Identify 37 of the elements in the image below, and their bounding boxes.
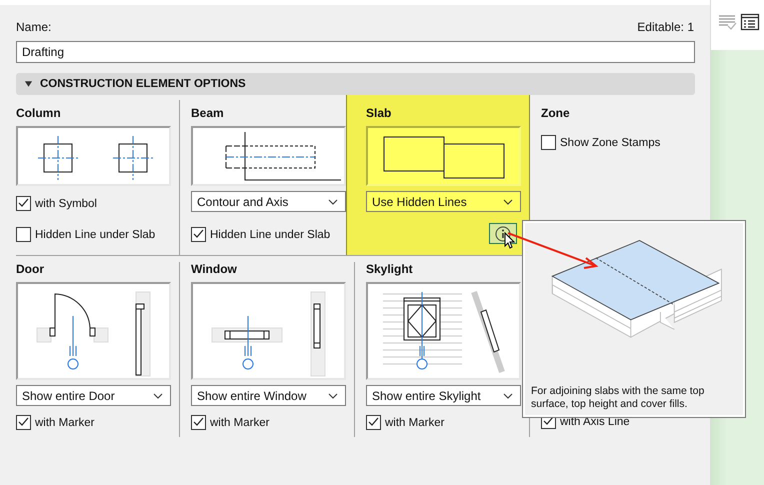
dropdown[interactable]: Show entire Door [16, 385, 171, 406]
chevron-down-icon [328, 198, 338, 204]
checkbox[interactable]: with Marker [366, 415, 518, 430]
dropdown[interactable]: Show entire Window [191, 385, 346, 406]
name-label: Name: [16, 20, 52, 34]
checkbox[interactable]: with Marker [191, 415, 343, 430]
element-title: Skylight [366, 262, 414, 276]
chevron-down-icon [503, 198, 513, 204]
mouse-cursor-icon [504, 232, 516, 250]
editable-count: Editable: 1 [637, 20, 694, 34]
checkmark-icon [542, 415, 554, 427]
section-header[interactable]: CONSTRUCTION ELEMENT OPTIONS [16, 73, 695, 95]
checkbox[interactable]: Hidden Line under Slab [191, 227, 343, 242]
tooltip-text: For adjoining slabs with the same top surface, top height and cover fills. [531, 385, 706, 411]
element-title: Slab [366, 106, 392, 120]
checkbox[interactable]: with Symbol [16, 196, 168, 211]
name-field[interactable]: Drafting [16, 41, 695, 63]
checkbox[interactable]: Hidden Line under Slab [16, 227, 168, 242]
checkmark-icon [192, 228, 204, 240]
dropdown[interactable]: Show entire Skylight [366, 385, 521, 406]
element-title: Column [16, 106, 62, 120]
checkmark-icon [192, 416, 204, 428]
checkbox[interactable]: Show Zone Stamps [541, 135, 694, 150]
checkmark-icon [17, 416, 29, 428]
list-window-icon[interactable] [740, 12, 760, 32]
element-title: Beam [191, 106, 225, 120]
dropdown[interactable]: Use Hidden Lines [366, 191, 521, 212]
checkmark-icon [17, 197, 29, 209]
chevron-down-icon [503, 392, 513, 398]
element-title: Window [191, 262, 238, 276]
checkbox[interactable]: with Marker [16, 415, 168, 430]
checkmark-icon [367, 416, 379, 428]
chevron-down-icon [328, 392, 338, 398]
element-title: Door [16, 262, 45, 276]
dropdown[interactable]: Contour and Axis [191, 191, 346, 212]
element-title: Zone [541, 106, 571, 120]
chevron-down-icon [153, 392, 163, 398]
